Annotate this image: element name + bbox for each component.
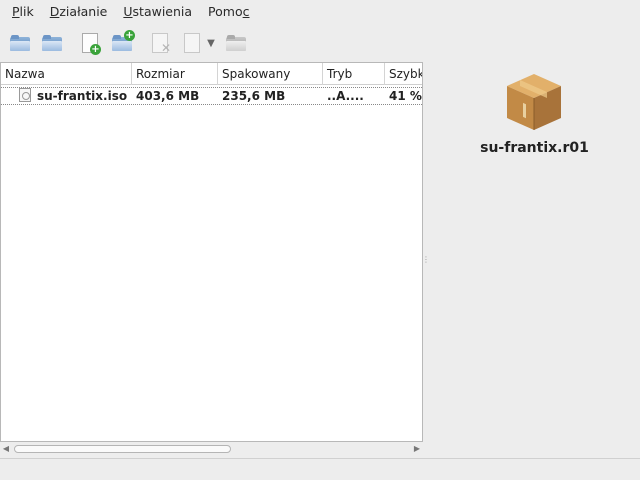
menu-dzialanie-label: ziałanie [59,4,108,19]
cell-mode: ..A.... [327,89,364,103]
file-name: su-frantix.iso [37,89,128,103]
toolbar: + + ✕ ▼ [0,26,640,60]
menubar: Plik Działanie Ustawienia Pomoc [0,0,640,24]
archive-preview-pane: su-frantix.r01 [429,62,640,456]
column-header-speed[interactable]: Szybk [385,63,422,85]
extract-folder-icon [42,35,62,51]
close-archive-button[interactable] [222,29,250,57]
cell-size: 403,6 MB [136,89,200,103]
column-header-size[interactable]: Rozmiar [132,63,218,85]
scroll-left-arrow-icon[interactable]: ◀ [0,442,12,456]
add-file-button[interactable]: + [76,29,104,57]
menu-ustawienia-mnemonic: U [123,4,133,19]
disc-image-file-icon [19,88,31,102]
table-row[interactable]: su-frantix.iso 403,6 MB 235,6 MB ..A....… [1,87,422,105]
archive-info-icon [184,33,200,53]
cell-speed: 41 % [389,89,422,103]
status-bar [0,458,640,480]
column-header-mode[interactable]: Tryb [323,63,385,85]
menu-pomoc-label: Pomo [208,4,243,19]
delete-button[interactable]: ✕ [146,29,174,57]
column-header-packed[interactable]: Spakowany [218,63,323,85]
extract-button[interactable] [38,29,66,57]
add-file-icon: + [82,33,101,55]
menu-plik-mnemonic: P [12,4,20,19]
archive-name: su-frantix.r01 [480,140,589,156]
menu-plik[interactable]: Plik [4,0,42,24]
delete-file-icon: ✕ [152,33,171,55]
add-folder-button[interactable]: + [108,29,136,57]
menu-dzialanie[interactable]: Działanie [42,0,116,24]
menu-ustawienia[interactable]: Ustawienia [115,0,200,24]
add-folder-icon: + [112,30,135,51]
package-box-icon [507,74,561,130]
horizontal-scrollbar[interactable]: ◀ ▶ [0,442,423,456]
menu-dzialanie-mnemonic: D [49,4,60,19]
scroll-track[interactable] [14,445,409,453]
menu-plik-label: lik [19,4,34,19]
file-list-header: Nazwa Rozmiar Spakowany Tryb Szybk [1,63,422,85]
file-list[interactable]: Nazwa Rozmiar Spakowany Tryb Szybk su-fr… [0,62,423,442]
menu-pomoc-mnemonic: c [242,4,250,19]
close-archive-icon [226,35,246,51]
cell-packed: 235,6 MB [222,89,286,103]
archive-info-button[interactable] [178,29,206,57]
menu-pomoc[interactable]: Pomoc [200,0,257,24]
column-header-name[interactable]: Nazwa [1,63,132,85]
menu-ustawienia-label: stawienia [132,4,193,19]
scroll-right-arrow-icon[interactable]: ▶ [411,442,423,456]
open-archive-button[interactable] [6,29,34,57]
scroll-thumb[interactable] [14,445,231,453]
open-folder-icon [10,35,30,51]
cell-name: su-frantix.iso [1,88,132,106]
dropdown-arrow-icon[interactable]: ▼ [206,32,216,54]
